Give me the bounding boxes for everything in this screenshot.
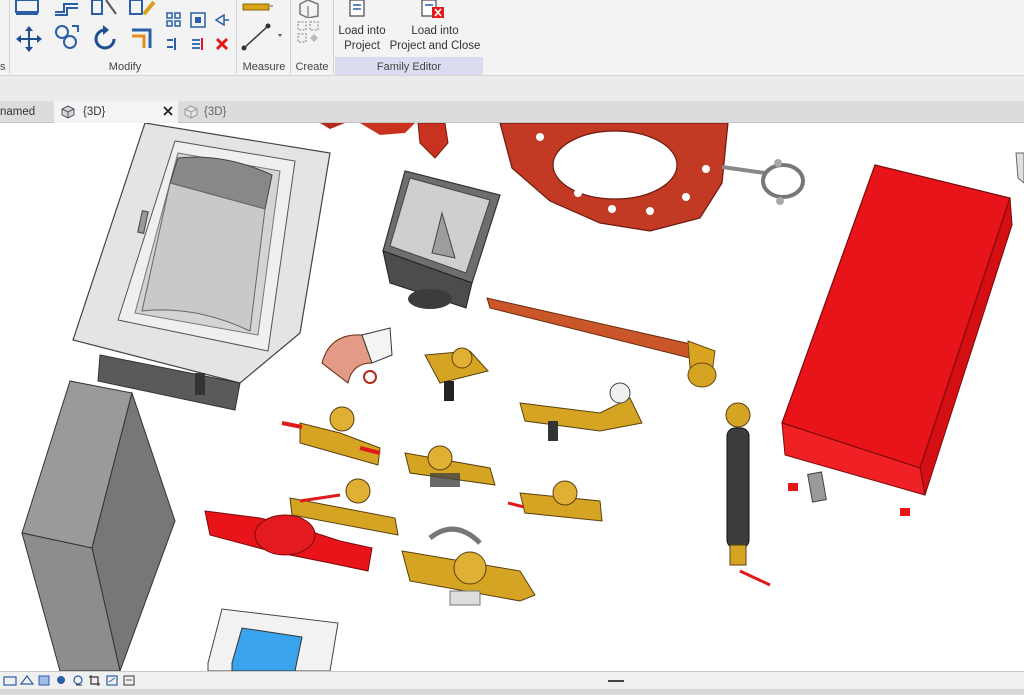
panel-separator: [9, 0, 10, 74]
visual-style-icon[interactable]: [37, 674, 51, 687]
delete-icon[interactable]: [214, 36, 230, 52]
brass-alarm-valve-assembly[interactable]: [401, 526, 536, 606]
load-into-project-close-label-2: Project and Close: [389, 40, 481, 52]
panel-label-modify: Modify: [108, 61, 142, 73]
detail-level-icon[interactable]: [19, 674, 35, 687]
pipe-clamp[interactable]: [721, 159, 805, 205]
brass-check-valve[interactable]: [424, 347, 489, 401]
pin-icon[interactable]: [214, 12, 230, 28]
panel-label-family-editor: Family Editor: [376, 61, 442, 73]
tab-label: named: [0, 106, 36, 118]
brass-pressure-reducing-valve[interactable]: [404, 445, 496, 487]
fire-alarm-panel[interactable]: [207, 608, 339, 671]
red-fitting-top[interactable]: [320, 123, 449, 159]
bottom-strip: [0, 689, 1024, 695]
panel-label-create: Create: [295, 61, 329, 73]
split-icon[interactable]: [166, 36, 182, 52]
tab-unnamed[interactable]: named: [0, 101, 54, 123]
fire-water-tank[interactable]: [781, 164, 1013, 516]
tab-3d[interactable]: {3D}: [178, 101, 258, 123]
sun-path-icon[interactable]: [54, 674, 68, 687]
load-into-project-and-close-icon[interactable]: [420, 0, 450, 20]
load-into-project-label-2: Project: [344, 40, 380, 52]
copper-pipe[interactable]: [486, 297, 717, 388]
view-tab-bar: named {3D} {3D}: [0, 101, 1024, 123]
scale-icon[interactable]: [190, 12, 206, 28]
move-icon[interactable]: [14, 24, 44, 54]
load-into-project-and-close-button[interactable]: Load into Project and Close: [388, 24, 482, 54]
load-into-project-icon[interactable]: [348, 0, 374, 20]
create-group-icon[interactable]: [296, 20, 326, 54]
vertical-sight-glass[interactable]: [725, 402, 771, 587]
panel-separator: [236, 0, 237, 74]
view-control-bar: [0, 671, 1024, 689]
tab-label: {3D}: [204, 106, 227, 118]
tab-label: {3D}: [83, 106, 106, 118]
panel-label-measure: Measure: [242, 61, 286, 73]
shadows-icon[interactable]: [71, 674, 85, 687]
temporary-hide-icon[interactable]: [122, 674, 136, 687]
tab-3d-active[interactable]: {3D}: [54, 101, 178, 123]
dimension-icon[interactable]: [240, 22, 284, 52]
rotate-icon[interactable]: [90, 24, 120, 54]
panel-separator: [290, 0, 291, 74]
fire-extinguisher-cabinet[interactable]: [72, 123, 331, 411]
pipe-flange[interactable]: [499, 123, 729, 232]
ribbon: s Modify Measure Create Load into Projec…: [0, 0, 1024, 76]
brass-drain-valve[interactable]: [507, 480, 603, 522]
ribbon-spacer: [0, 76, 1024, 101]
align-icon[interactable]: [14, 0, 42, 16]
trim-extend-icon[interactable]: [128, 24, 158, 52]
grey-enclosure[interactable]: [21, 380, 176, 671]
unpin-icon[interactable]: [190, 36, 206, 52]
load-into-project-close-label-1: Load into: [411, 25, 459, 37]
measure-ruler-icon[interactable]: [240, 0, 274, 16]
crop-view-icon[interactable]: [88, 674, 102, 687]
scroll-grip[interactable]: [608, 680, 624, 682]
array-icon[interactable]: [166, 12, 182, 28]
load-into-project-button[interactable]: Load into Project: [332, 24, 392, 54]
load-into-project-label-1: Load into: [338, 25, 386, 37]
drain-funnel[interactable]: [382, 170, 501, 309]
right-edge-fragment: [1015, 152, 1024, 184]
copper-elbow-fitting[interactable]: [321, 327, 393, 384]
3d-viewport[interactable]: [0, 123, 1024, 671]
brass-ball-valve[interactable]: [519, 382, 643, 441]
offset-icon[interactable]: [52, 0, 82, 16]
copy-icon[interactable]: [52, 22, 82, 52]
revit-window: s Modify Measure Create Load into Projec…: [0, 0, 1024, 695]
scale-bar-icon[interactable]: [3, 674, 17, 687]
show-crop-icon[interactable]: [105, 674, 119, 687]
mirror-icon[interactable]: [90, 0, 118, 18]
edit-pencil-icon[interactable]: [128, 0, 156, 18]
component-icon[interactable]: [296, 0, 326, 18]
brass-valve-red-handle[interactable]: [281, 406, 381, 466]
